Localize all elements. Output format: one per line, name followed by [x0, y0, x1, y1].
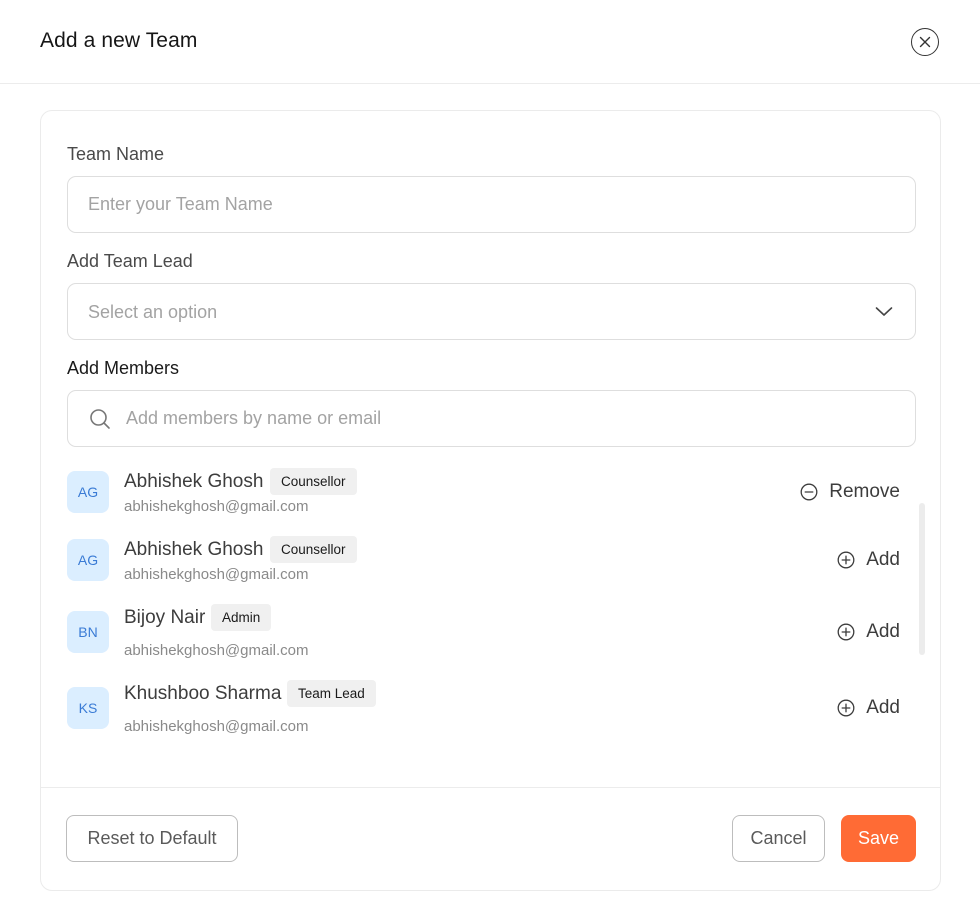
- close-icon: [919, 36, 931, 48]
- role-badge: Counsellor: [270, 468, 357, 495]
- member-row: AG Abhishek Ghosh Counsellor abhishekgho…: [67, 536, 916, 601]
- team-form-card: Team Name Add Team Lead Select an option…: [40, 110, 941, 891]
- cancel-button[interactable]: Cancel: [732, 815, 825, 862]
- remove-member-button[interactable]: Remove: [800, 481, 900, 503]
- footer-divider: [41, 787, 940, 788]
- role-badge: Admin: [211, 604, 272, 631]
- role-badge: Counsellor: [270, 536, 357, 563]
- action-label: Add: [866, 697, 900, 718]
- member-name: Abhishek Ghosh: [124, 539, 264, 560]
- search-icon: [90, 409, 110, 429]
- member-email: abhishekghosh@gmail.com: [124, 498, 309, 515]
- team-lead-placeholder: Select an option: [88, 302, 218, 322]
- member-email: abhishekghosh@gmail.com: [124, 642, 309, 659]
- avatar: KS: [67, 687, 109, 729]
- member-email: abhishekghosh@gmail.com: [124, 718, 309, 735]
- member-list-scrollbar[interactable]: [919, 503, 925, 655]
- reset-to-default-button[interactable]: Reset to Default: [66, 815, 238, 862]
- avatar: AG: [67, 471, 109, 513]
- plus-circle-icon: [837, 699, 855, 717]
- add-members-label: Add Members: [67, 358, 180, 378]
- member-name: Khushboo Sharma: [124, 683, 282, 704]
- action-label: Add: [866, 549, 900, 570]
- action-label: Add: [866, 621, 900, 642]
- action-label: Remove: [829, 481, 900, 502]
- member-search-input[interactable]: [126, 392, 896, 445]
- team-lead-label: Add Team Lead: [67, 251, 193, 271]
- member-email: abhishekghosh@gmail.com: [124, 566, 309, 583]
- team-name-input[interactable]: [67, 176, 916, 233]
- member-row: BN Bijoy Nair Admin abhishekghosh@gmail.…: [67, 604, 916, 677]
- plus-circle-icon: [837, 623, 855, 641]
- team-lead-select[interactable]: Select an option: [67, 283, 916, 340]
- modal-title: Add a new Team: [40, 29, 198, 52]
- member-row: KS Khushboo Sharma Team Lead abhishekgho…: [67, 680, 916, 753]
- chevron-down-icon: [875, 307, 893, 316]
- avatar: BN: [67, 611, 109, 653]
- add-member-button[interactable]: Add: [837, 621, 900, 643]
- member-name: Bijoy Nair: [124, 607, 206, 628]
- minus-circle-icon: [800, 483, 818, 501]
- team-name-label: Team Name: [67, 144, 165, 164]
- member-row: AG Abhishek Ghosh Counsellor abhishekgho…: [67, 468, 916, 533]
- member-name: Abhishek Ghosh: [124, 471, 264, 492]
- member-search-box[interactable]: [67, 390, 916, 447]
- add-member-button[interactable]: Add: [837, 549, 900, 571]
- close-button[interactable]: [911, 28, 939, 56]
- save-button[interactable]: Save: [841, 815, 916, 862]
- role-badge: Team Lead: [287, 680, 376, 707]
- add-member-button[interactable]: Add: [837, 697, 900, 719]
- plus-circle-icon: [837, 551, 855, 569]
- avatar: AG: [67, 539, 109, 581]
- modal-header: Add a new Team: [0, 0, 980, 84]
